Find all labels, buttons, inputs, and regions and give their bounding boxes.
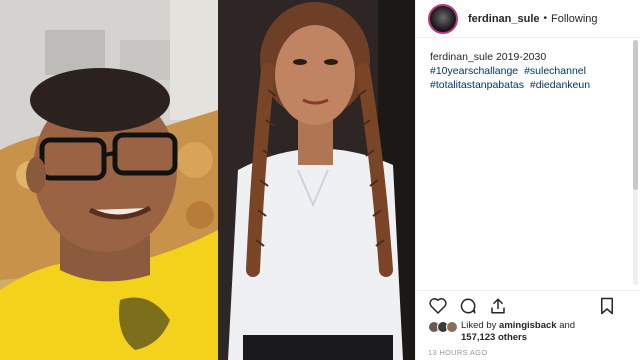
hashtag-link[interactable]: #10yearschallange xyxy=(430,65,518,77)
comment-icon[interactable] xyxy=(458,296,478,316)
post-media[interactable] xyxy=(0,0,415,360)
likes-row: Liked by amingisback and 157,123 others xyxy=(428,320,611,344)
avatar[interactable] xyxy=(428,3,458,34)
liker-avatar[interactable] xyxy=(446,321,458,333)
comments-scrollbar[interactable] xyxy=(633,40,638,285)
caption-username[interactable]: ferdinan_sule xyxy=(430,51,493,63)
post-timestamp[interactable]: 13 HOURS AGO xyxy=(428,348,487,357)
liked-by-user[interactable]: amingisback xyxy=(499,320,557,331)
scrollbar-thumb[interactable] xyxy=(633,40,638,190)
woman-braids-image xyxy=(218,0,415,360)
post-actions xyxy=(416,290,640,320)
hashtag-link[interactable]: #diedankeun xyxy=(530,79,590,91)
caption-text: 2019-2030 xyxy=(495,51,547,63)
heart-icon[interactable] xyxy=(428,296,448,316)
following-button[interactable]: Following xyxy=(551,13,597,25)
instagram-post: ferdinan_sule • Following ferdinan_sule … xyxy=(0,0,640,360)
likes-summary: Liked by amingisback and 157,123 others xyxy=(461,320,611,344)
man-selfie-image xyxy=(0,0,218,360)
post-caption: ferdinan_sule 2019-2030 #10yearschallang… xyxy=(416,38,640,92)
separator-dot: • xyxy=(543,13,548,24)
post-header: ferdinan_sule • Following xyxy=(416,0,640,38)
liker-avatars xyxy=(428,321,458,333)
hashtag-link[interactable]: #sulechannel xyxy=(524,65,586,77)
likes-count[interactable]: 157,123 others xyxy=(461,332,527,343)
liked-by-and: and xyxy=(559,320,576,331)
photo-left xyxy=(0,0,218,360)
hashtag-link[interactable]: #totalitastanpabatas xyxy=(430,79,524,91)
header-username[interactable]: ferdinan_sule xyxy=(468,13,540,25)
liked-by-label: Liked by xyxy=(461,320,497,331)
photo-right xyxy=(218,0,415,360)
post-sidebar: ferdinan_sule • Following ferdinan_sule … xyxy=(415,0,640,360)
bookmark-icon[interactable] xyxy=(597,296,617,316)
share-icon[interactable] xyxy=(488,296,508,316)
